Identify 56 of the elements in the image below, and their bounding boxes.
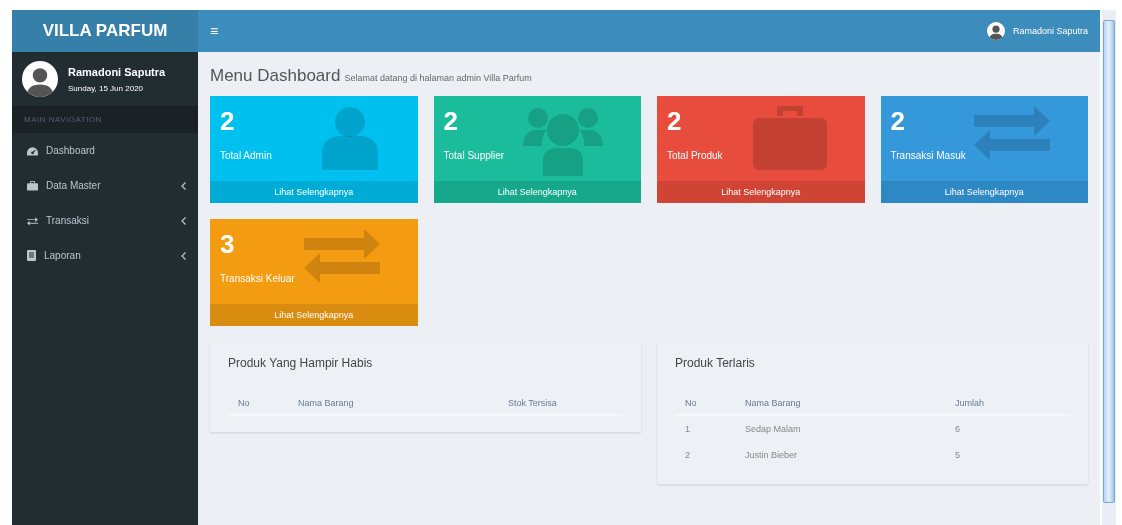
column-header: No	[228, 392, 288, 415]
user-date: Sunday, 15 Jun 2020	[68, 83, 145, 93]
stat-value: 2	[220, 106, 235, 136]
stat-label: Total Supplier	[443, 150, 505, 161]
briefcase-icon	[752, 106, 827, 170]
box-title: Produk Terlaris	[675, 356, 756, 370]
scrollbar[interactable]	[1102, 10, 1116, 525]
stat-value: 3	[220, 229, 235, 259]
table-cell: 6	[945, 415, 1070, 442]
sidebar-item[interactable]: Dashboard	[12, 133, 198, 168]
exchange-arrows-icon	[974, 106, 1050, 160]
column-header: Jumlah	[945, 392, 1070, 415]
dashboard-icon	[27, 145, 38, 156]
table-cell-text: Justin Bieber	[744, 449, 799, 462]
stat-label: Total Admin	[220, 150, 272, 161]
avatar-icon	[22, 61, 58, 97]
chevron-icon	[181, 216, 186, 225]
sidebar-item[interactable]: Transaksi	[12, 203, 198, 238]
column-header: Nama Barang	[288, 392, 498, 415]
sidebar-item[interactable]: Laporan	[12, 238, 198, 273]
more-info-link[interactable]: Lihat Selengkapnya	[433, 181, 641, 203]
stat-value: 2	[667, 106, 682, 136]
user-icon	[319, 106, 380, 170]
chevron-icon	[181, 251, 186, 260]
more-info-link[interactable]: Lihat Selengkapnya	[210, 181, 418, 203]
table-cell: 1	[675, 415, 735, 442]
sidebar-item[interactable]: Data Master	[12, 168, 198, 203]
logo[interactable]: VILLA PARFUM	[12, 10, 198, 52]
exchange-icon	[27, 215, 38, 226]
column-header: No	[675, 392, 735, 415]
box-title: Produk Yang Hampir Habis	[228, 356, 374, 370]
more-info-link[interactable]: Lihat Selengkapnya	[210, 304, 418, 326]
table-cell: Sedap Malam	[735, 415, 945, 442]
section-label: MAIN NAVIGATION	[12, 106, 198, 133]
stat-label: Transaksi Masuk	[890, 150, 966, 161]
stat-label: Transaksi Keluar	[220, 273, 295, 284]
table-cell-text: 2	[684, 449, 691, 462]
user-name: Ramadoni Saputra	[68, 65, 166, 78]
column-header: Nama Barang	[735, 392, 945, 415]
stat-label: Total Produk	[667, 150, 723, 161]
page-title: Menu Dashboard	[210, 66, 341, 86]
chevron-icon	[181, 181, 186, 190]
stat-value: 2	[443, 106, 458, 136]
menu-toggle[interactable]: ≡	[210, 23, 219, 39]
table-cell-text: 5	[954, 449, 961, 462]
page-subtitle: Selamat datang di halaman admin Villa Parfum	[344, 73, 532, 83]
avatar-icon	[986, 22, 1005, 40]
stat-value: 2	[890, 106, 905, 136]
exchange-arrows-icon	[303, 229, 380, 283]
group-icon	[523, 106, 603, 176]
user-menu-name[interactable]: Ramadoni Saputra	[1012, 26, 1088, 36]
more-info-link[interactable]: Lihat Selengkapnya	[880, 181, 1088, 203]
more-info-link[interactable]: Lihat Selengkapnya	[657, 181, 865, 203]
briefcase-icon	[27, 180, 38, 191]
book-icon	[27, 250, 36, 261]
column-header: Stok Tersisa	[498, 392, 623, 415]
